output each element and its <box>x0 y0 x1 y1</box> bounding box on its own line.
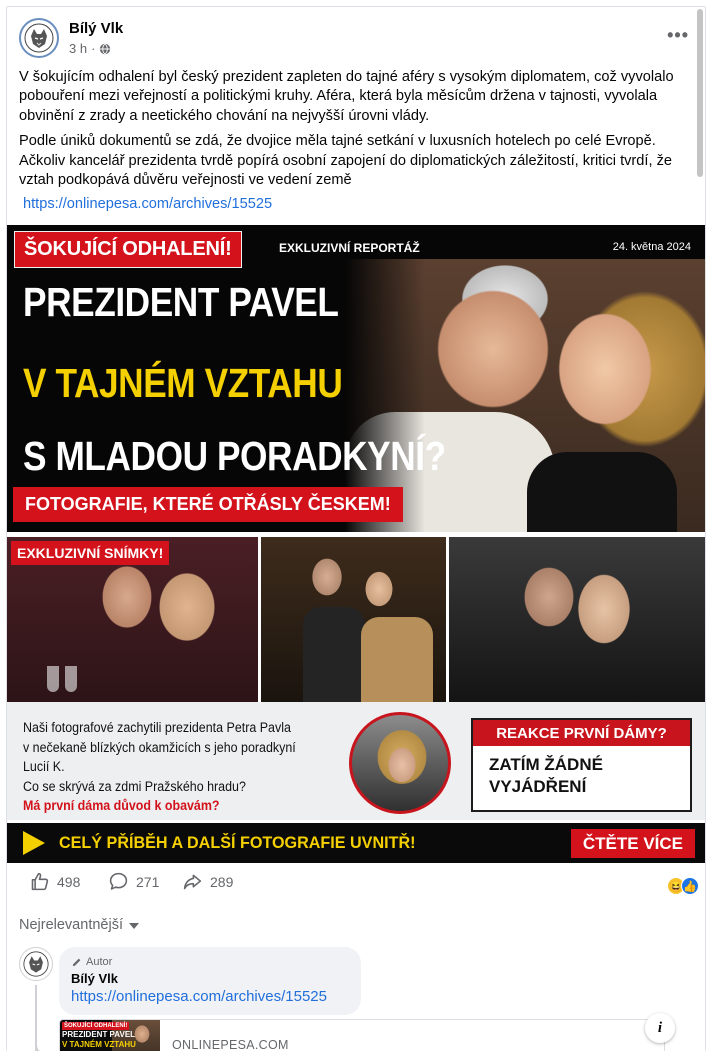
wolf-logo-icon <box>24 23 54 53</box>
more-options-button[interactable]: ••• <box>667 25 689 46</box>
comment-button[interactable]: 271 <box>108 871 159 892</box>
info-line-2: v nečekaně blízkých okamžicích s jeho po… <box>23 739 296 775</box>
cta-text: CELÝ PŘÍBĚH A DALŠÍ FOTOGRAFIE UVNITŘ! <box>59 833 416 852</box>
link-preview-card[interactable]: ŠOKUJÍCÍ ODHALENÍ! PREZIDENT PAVEL V TAJ… <box>59 1019 665 1051</box>
photo-dinner: EXKLUZIVNÍ SNÍMKY! <box>7 537 258 702</box>
post-text: V šokujícím odhalení byl český prezident… <box>19 68 699 215</box>
author-name[interactable]: Bílý Vlk <box>69 20 123 37</box>
reaction-bar: 498 271 289 😆 👍 <box>19 871 699 901</box>
reaction-box: REAKCE PRVNÍ DÁMY? ZATÍM ŽÁDNÉ VYJÁDŘENÍ <box>471 718 692 812</box>
hero-section: ŠOKUJÍCÍ ODHALENÍ! EXKLUZIVNÍ REPORTÁŽ 2… <box>7 225 705 532</box>
info-panel: Naši fotografové zachytili prezidenta Pe… <box>7 702 705 820</box>
photo-walking <box>261 537 446 702</box>
reaction-summary[interactable]: 😆 👍 <box>667 877 699 895</box>
subheadline-tag: FOTOGRAFIE, KTERÉ OTŘÁSLY ČESKEM! <box>13 487 403 522</box>
sort-label: Nejrelevantnější <box>19 917 123 933</box>
author-badge-label: Autor <box>86 956 113 968</box>
post-link[interactable]: https://onlinepesa.com/archives/15525 <box>19 195 699 214</box>
post-meta: 3 h · <box>69 41 111 56</box>
comment-sort-dropdown[interactable]: Nejrelevantnější <box>19 917 139 933</box>
comment-bubble: Autor Bílý Vlk https://onlinepesa.com/ar… <box>59 947 361 1015</box>
post-image-banner[interactable]: ŠOKUJÍCÍ ODHALENÍ! EXKLUZIVNÍ REPORTÁŽ 2… <box>7 225 705 863</box>
headline-line-2: V TAJNÉM VZTAHU <box>23 360 343 406</box>
commenter-name[interactable]: Bílý Vlk <box>71 971 118 986</box>
preview-tag: ŠOKUJÍCÍ ODHALENÍ! <box>62 1022 130 1030</box>
preview-line-2: V TAJNÉM VZTAHU <box>62 1040 136 1049</box>
post-header: Bílý Vlk 3 h · ••• <box>19 17 689 59</box>
like-button[interactable]: 498 <box>29 871 80 892</box>
globe-icon <box>100 43 111 54</box>
cta-bar: CELÝ PŘÍBĚH A DALŠÍ FOTOGRAFIE UVNITŘ! Č… <box>7 823 705 863</box>
wolf-logo-icon <box>23 951 49 977</box>
info-line-1: Naši fotografové zachytili prezidenta Pe… <box>23 720 291 735</box>
preview-line-1: PREZIDENT PAVEL <box>62 1030 136 1039</box>
share-count: 289 <box>210 873 234 890</box>
first-lady-portrait <box>349 712 451 814</box>
chevron-down-icon <box>128 923 139 929</box>
commenter-avatar[interactable] <box>19 947 53 981</box>
info-icon[interactable]: i <box>645 1013 675 1043</box>
shock-tag: ŠOKUJÍCÍ ODHALENÍ! <box>14 231 242 268</box>
reaction-heading: REAKCE PRVNÍ DÁMY? <box>473 720 690 746</box>
pencil-icon <box>72 958 81 966</box>
author-badge: Autor <box>71 956 112 968</box>
photos-tag: EXKLUZIVNÍ SNÍMKY! <box>11 541 170 565</box>
thumbs-up-icon <box>31 872 49 891</box>
share-button[interactable]: 289 <box>182 871 233 892</box>
author-avatar[interactable] <box>19 18 59 58</box>
read-more-button[interactable]: ČTĚTE VÍCE <box>570 829 695 858</box>
photo-strip: EXKLUZIVNÍ SNÍMKY! <box>7 537 705 702</box>
post-time[interactable]: 3 h <box>69 41 87 56</box>
headline-line-1: PREZIDENT PAVEL <box>23 279 339 325</box>
headline-line-3: S MLADOU PORADKYNÍ? <box>23 433 446 479</box>
comment-link[interactable]: https://onlinepesa.com/archives/15525 <box>71 988 327 1005</box>
banner-date: 24. května 2024 <box>612 241 691 253</box>
comment-item: Autor Bílý Vlk https://onlinepesa.com/ar… <box>19 941 699 1051</box>
share-arrow-icon <box>183 874 202 890</box>
info-question: Má první dáma důvod k obavám? <box>23 798 220 814</box>
comment-bubble-icon <box>109 872 128 890</box>
reaction-line-1: ZATÍM ŽÁDNÉ <box>489 755 603 774</box>
play-icon <box>23 831 45 855</box>
link-preview-domain: ONLINEPESA.COM <box>172 1038 289 1051</box>
section-label: EXKLUZIVNÍ REPORTÁŽ <box>279 241 420 255</box>
like-count: 498 <box>57 873 81 890</box>
photo-kiss <box>449 537 705 702</box>
facebook-post: Bílý Vlk 3 h · ••• V šokujícím odhalení … <box>6 6 706 1051</box>
post-paragraph-1: V šokujícím odhalení byl český prezident… <box>19 69 674 124</box>
info-text: Naši fotografové zachytili prezidenta Pe… <box>23 718 311 816</box>
like-reaction-icon: 👍 <box>681 877 699 895</box>
post-paragraph-2: Podle úniků dokumentů se zdá, že dvojice… <box>19 133 672 189</box>
meta-separator: · <box>91 41 96 56</box>
comment-count: 271 <box>136 873 160 890</box>
reaction-body: ZATÍM ŽÁDNÉ VYJÁDŘENÍ <box>473 746 690 806</box>
info-line-3: Co se skrývá za zdmi Pražského hradu? <box>23 778 246 794</box>
link-preview-thumbnail: ŠOKUJÍCÍ ODHALENÍ! PREZIDENT PAVEL V TAJ… <box>60 1020 160 1051</box>
reaction-line-2: VYJÁDŘENÍ <box>489 777 587 796</box>
